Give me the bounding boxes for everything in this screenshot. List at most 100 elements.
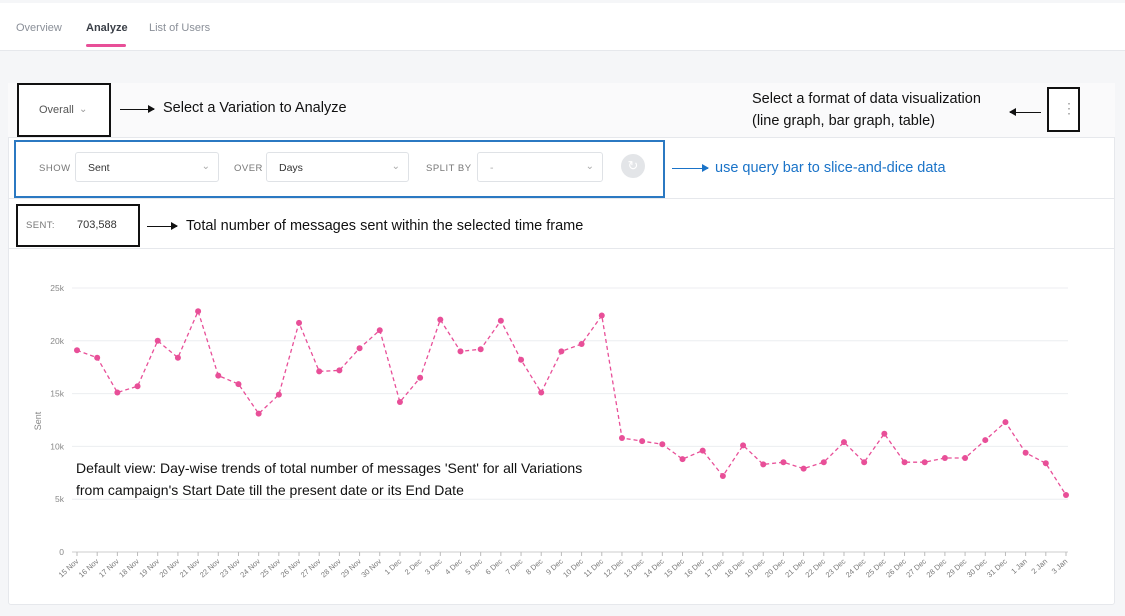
- sent-line-chart: Sent 05k10k15k20k25k 15 Nov16 Nov17 Nov1…: [33, 283, 1070, 580]
- data-point[interactable]: [518, 356, 525, 363]
- data-point[interactable]: [356, 345, 363, 352]
- data-point[interactable]: [477, 346, 484, 353]
- data-point[interactable]: [1063, 491, 1069, 498]
- data-point[interactable]: [982, 437, 989, 444]
- x-tick-label: 18 Dec: [723, 557, 747, 580]
- x-tick-label: 19 Dec: [743, 557, 767, 580]
- data-point[interactable]: [316, 368, 323, 375]
- x-tick-label: 15 Dec: [662, 557, 686, 580]
- data-point[interactable]: [437, 316, 444, 323]
- x-tick-label: 13 Dec: [622, 557, 646, 580]
- data-point[interactable]: [659, 441, 666, 448]
- data-point[interactable]: [1022, 449, 1029, 456]
- data-point[interactable]: [760, 461, 767, 468]
- data-point[interactable]: [538, 389, 545, 396]
- data-point[interactable]: [618, 434, 625, 441]
- data-point[interactable]: [134, 383, 141, 390]
- x-tick-label: 18 Nov: [117, 557, 141, 580]
- x-tick-label: 22 Dec: [803, 557, 827, 580]
- x-tick-label: 30 Dec: [965, 557, 989, 580]
- data-point[interactable]: [457, 348, 464, 355]
- data-point[interactable]: [114, 389, 121, 396]
- x-tick-label: 14 Dec: [642, 557, 666, 580]
- x-tick-label: 23 Nov: [218, 557, 242, 580]
- x-tick-label: 29 Nov: [339, 557, 363, 580]
- x-tick-label: 1 Dec: [383, 557, 404, 577]
- y-tick-label: 10k: [50, 441, 64, 451]
- x-tick-label: 28 Dec: [925, 557, 949, 580]
- data-point[interactable]: [396, 399, 403, 406]
- x-tick-label: 3 Dec: [423, 557, 444, 577]
- data-point[interactable]: [840, 439, 847, 446]
- x-tick-label: 12 Dec: [602, 557, 626, 580]
- data-point[interactable]: [820, 459, 827, 466]
- x-tick-label: 10 Dec: [561, 557, 585, 580]
- x-tick-label: 25 Dec: [864, 557, 888, 580]
- x-tick-label: 1 Jan: [1009, 557, 1029, 576]
- x-tick-label: 25 Nov: [258, 557, 282, 580]
- x-tick-label: 16 Nov: [77, 557, 101, 580]
- data-point[interactable]: [275, 391, 282, 398]
- data-point[interactable]: [639, 438, 646, 445]
- x-tick-label: 6 Dec: [484, 557, 505, 577]
- x-tick-label: 8 Dec: [524, 557, 545, 577]
- data-point[interactable]: [336, 367, 343, 374]
- x-tick-label: 27 Dec: [904, 557, 928, 580]
- x-tick-label: 2 Jan: [1029, 557, 1049, 576]
- x-tick-label: 5 Dec: [463, 557, 484, 577]
- annotation-default-line2: from campaign's Start Date till the pres…: [76, 482, 464, 498]
- data-point[interactable]: [376, 327, 383, 334]
- x-tick-label: 2 Dec: [403, 557, 424, 577]
- data-point[interactable]: [699, 447, 706, 454]
- x-tick-label: 24 Nov: [238, 557, 262, 580]
- x-tick-label: 29 Dec: [945, 557, 969, 580]
- data-point[interactable]: [1042, 460, 1049, 467]
- x-tick-label: 26 Dec: [884, 557, 908, 580]
- data-point[interactable]: [921, 459, 928, 466]
- data-point[interactable]: [780, 459, 787, 466]
- data-point[interactable]: [740, 442, 747, 449]
- data-point[interactable]: [861, 459, 868, 466]
- x-tick-label: 22 Nov: [198, 557, 222, 580]
- data-point[interactable]: [154, 337, 161, 344]
- data-point[interactable]: [195, 308, 202, 315]
- x-tick-label: 11 Dec: [582, 557, 605, 579]
- data-point[interactable]: [901, 459, 908, 466]
- x-tick-label: 17 Dec: [703, 557, 727, 580]
- data-point[interactable]: [74, 347, 80, 354]
- data-point[interactable]: [679, 456, 686, 463]
- y-axis-label: Sent: [33, 411, 43, 430]
- x-tick-label: 31 Dec: [985, 557, 1009, 580]
- x-tick-label: 20 Nov: [158, 557, 182, 580]
- data-point[interactable]: [558, 348, 565, 355]
- y-tick-label: 25k: [50, 283, 64, 293]
- data-point[interactable]: [962, 455, 969, 462]
- x-tick-label: 7 Dec: [504, 557, 525, 577]
- data-point[interactable]: [800, 465, 807, 472]
- data-point[interactable]: [578, 340, 585, 347]
- x-tick-label: 30 Nov: [359, 557, 383, 580]
- x-tick-label: 28 Nov: [319, 557, 343, 580]
- y-tick-label: 20k: [50, 336, 64, 346]
- y-tick-label: 0: [59, 547, 64, 557]
- x-tick-label: 16 Dec: [682, 557, 706, 580]
- data-point[interactable]: [94, 354, 101, 361]
- data-point[interactable]: [255, 410, 262, 417]
- data-point[interactable]: [598, 312, 605, 319]
- data-point[interactable]: [1002, 419, 1009, 426]
- x-tick-label: 3 Jan: [1050, 557, 1070, 576]
- data-point[interactable]: [174, 354, 181, 361]
- data-point[interactable]: [497, 317, 504, 324]
- x-tick-label: 17 Nov: [97, 557, 121, 580]
- data-point[interactable]: [417, 374, 424, 381]
- y-tick-label: 5k: [55, 494, 65, 504]
- x-tick-label: 24 Dec: [844, 557, 868, 580]
- data-point[interactable]: [881, 430, 888, 437]
- data-point[interactable]: [296, 319, 303, 326]
- data-point[interactable]: [235, 381, 242, 388]
- x-tick-label: 21 Nov: [178, 557, 202, 580]
- data-point[interactable]: [719, 472, 726, 479]
- data-point[interactable]: [215, 372, 222, 379]
- data-point[interactable]: [941, 455, 948, 462]
- x-tick-label: 23 Dec: [824, 557, 848, 580]
